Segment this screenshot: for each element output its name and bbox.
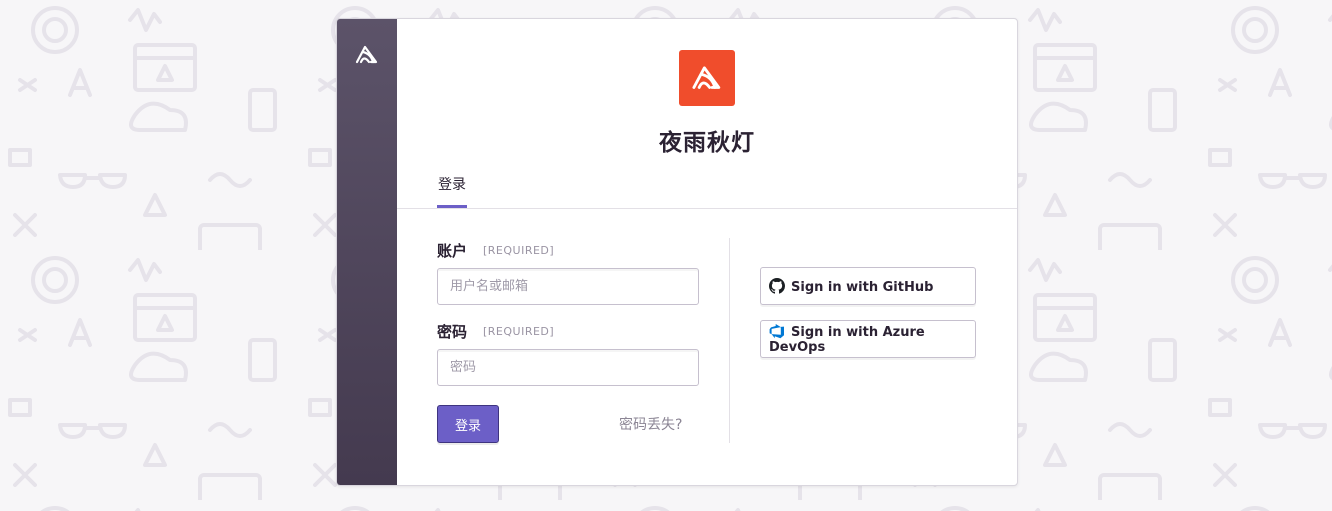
password-input[interactable] (437, 349, 699, 386)
github-signin-button[interactable]: Sign in with GitHub (760, 267, 976, 305)
azure-devops-signin-label: Sign in with Azure DevOps (769, 325, 925, 355)
main-panel: 夜雨秋灯 登录 账户 [REQUIRED] 密码 [REQUIRED] 登录 密… (397, 19, 1017, 485)
password-label: 密码 (437, 323, 468, 341)
account-input[interactable] (437, 268, 699, 305)
sentry-logo-icon (692, 66, 721, 89)
login-card: 夜雨秋灯 登录 账户 [REQUIRED] 密码 [REQUIRED] 登录 密… (336, 18, 1018, 486)
org-name: 夜雨秋灯 (659, 130, 755, 156)
divider (729, 238, 730, 443)
azure-devops-icon (769, 324, 784, 339)
github-signin-label: Sign in with GitHub (791, 279, 934, 295)
login-button[interactable]: 登录 (437, 405, 499, 443)
password-required-badge: [REQUIRED] (483, 325, 555, 338)
account-required-badge: [REQUIRED] (483, 244, 555, 257)
sidebar (337, 19, 397, 485)
tab-login[interactable]: 登录 (437, 174, 467, 208)
azure-devops-signin-button[interactable]: Sign in with Azure DevOps (760, 320, 976, 358)
sentry-logo-icon[interactable] (354, 43, 380, 65)
org-logo (679, 50, 735, 106)
tab-bar: 登录 (397, 171, 1017, 209)
account-label: 账户 (437, 242, 468, 260)
github-icon (769, 277, 785, 294)
lost-password-link[interactable]: 密码丢失? (619, 414, 682, 434)
